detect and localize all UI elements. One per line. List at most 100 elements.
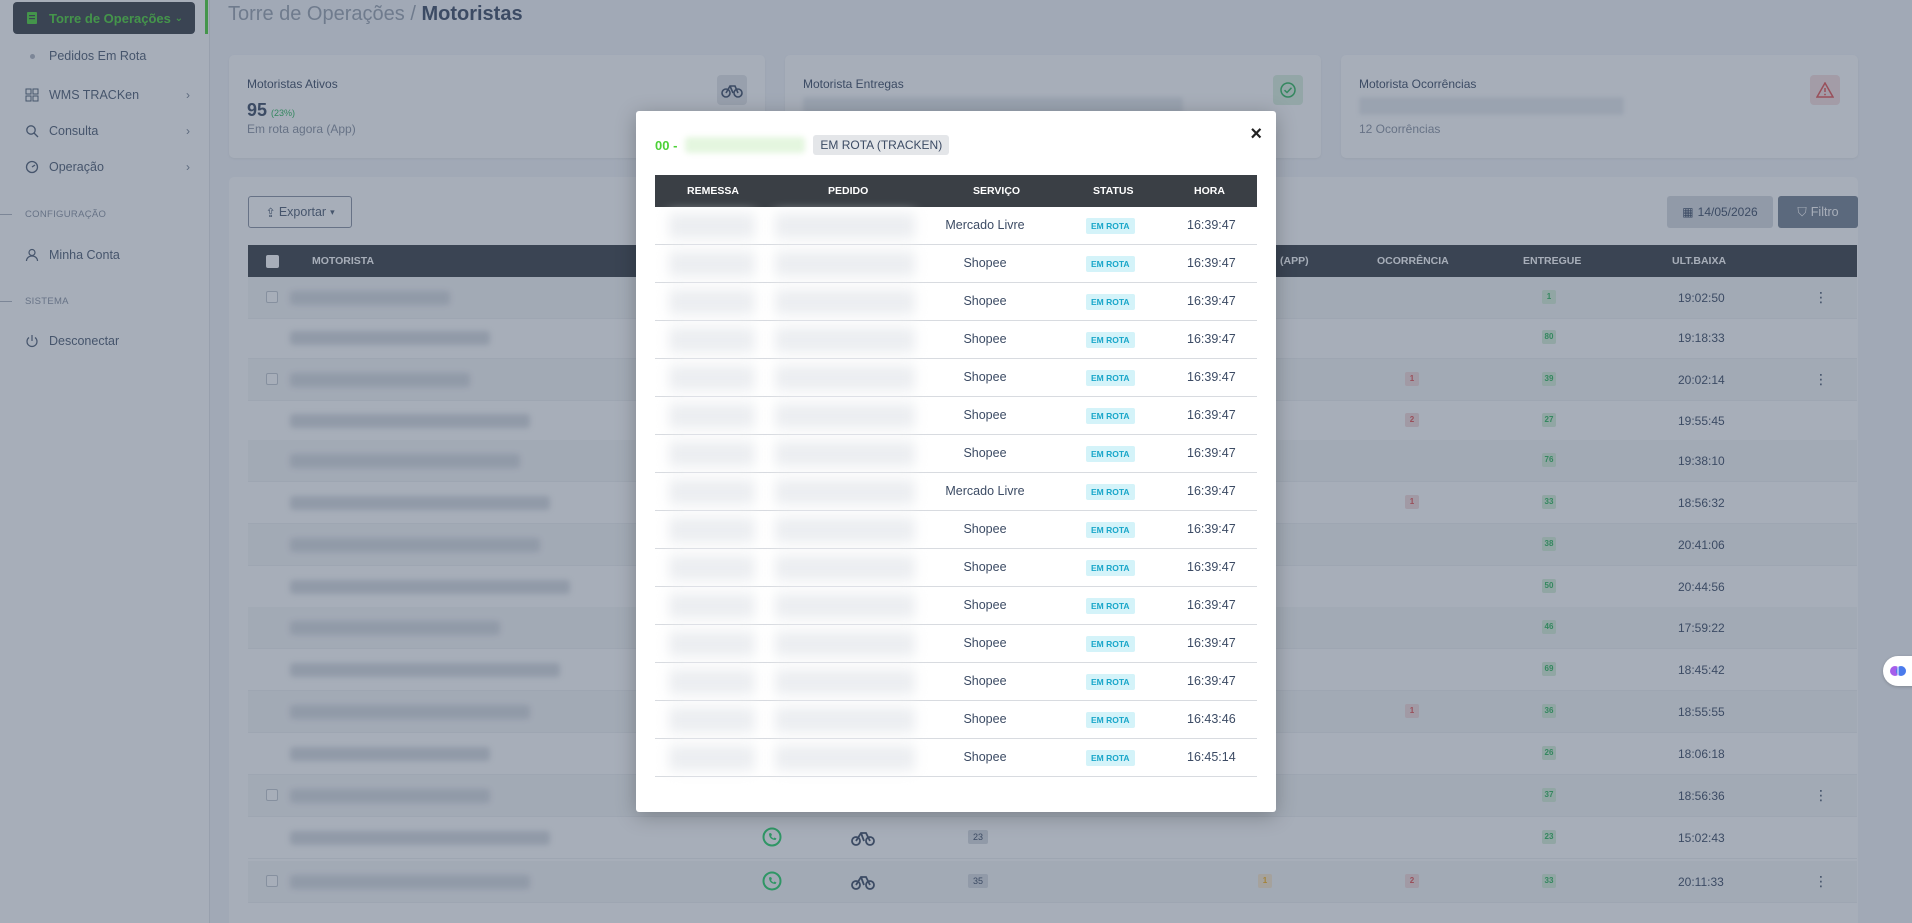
status-badge: EM ROTA (1086, 560, 1135, 576)
redacted-remessa (669, 669, 755, 695)
hora-cell: 16:39:47 (1187, 484, 1236, 498)
pedido-row[interactable]: Shopee EM ROTA 16:39:47 (655, 663, 1257, 701)
hora-cell: 16:45:14 (1187, 750, 1236, 764)
redacted-pedido (775, 479, 915, 505)
redacted-remessa (669, 479, 755, 505)
redacted-pedido (775, 669, 915, 695)
redacted-pedido (775, 403, 915, 429)
hora-cell: 16:39:47 (1187, 636, 1236, 650)
hora-cell: 16:39:47 (1187, 332, 1236, 346)
redacted-remessa (669, 555, 755, 581)
redacted-remessa (669, 517, 755, 543)
status-badge: EM ROTA (1086, 370, 1135, 386)
servico-cell: Shopee (963, 674, 1007, 688)
redacted-remessa (669, 213, 755, 239)
status-badge: EM ROTA (1086, 636, 1135, 652)
redacted-pedido (775, 555, 915, 581)
pedido-row[interactable]: Shopee EM ROTA 16:39:47 (655, 245, 1257, 283)
redacted-pedido (775, 593, 915, 619)
pedido-row[interactable]: Shopee EM ROTA 16:39:47 (655, 511, 1257, 549)
redacted-remessa (669, 707, 755, 733)
pedido-row[interactable]: Mercado Livre EM ROTA 16:39:47 (655, 207, 1257, 245)
status-badge: EM ROTA (1086, 674, 1135, 690)
status-badge: EM ROTA (1086, 750, 1135, 766)
driver-code: 00 - (655, 137, 678, 153)
redacted-driver-name (685, 137, 806, 153)
status-badge: EM ROTA (1086, 218, 1135, 234)
servico-cell: Shopee (963, 256, 1007, 270)
redacted-remessa (669, 289, 755, 315)
redacted-pedido (775, 631, 915, 657)
redacted-pedido (775, 289, 915, 315)
col-remessa[interactable]: REMESSA (687, 185, 739, 197)
status-badge: EM ROTA (TRACKEN) (813, 135, 950, 155)
redacted-pedido (775, 213, 915, 239)
servico-cell: Shopee (963, 712, 1007, 726)
close-icon[interactable]: × (1250, 124, 1262, 144)
pedido-row[interactable]: Shopee EM ROTA 16:39:47 (655, 625, 1257, 663)
col-pedido[interactable]: PEDIDO (828, 185, 868, 197)
pedido-row[interactable]: Shopee EM ROTA 16:39:47 (655, 587, 1257, 625)
redacted-pedido (775, 745, 915, 771)
pedido-row[interactable]: Shopee EM ROTA 16:39:47 (655, 321, 1257, 359)
col-hora[interactable]: HORA (1194, 185, 1225, 197)
pedido-row[interactable]: Mercado Livre EM ROTA 16:39:47 (655, 473, 1257, 511)
hora-cell: 16:39:47 (1187, 294, 1236, 308)
col-status[interactable]: STATUS (1093, 185, 1133, 197)
pedidos-table-body: Mercado Livre EM ROTA 16:39:47 Shopee EM ROT… (655, 207, 1257, 777)
status-badge: EM ROTA (1086, 332, 1135, 348)
hora-cell: 16:39:47 (1187, 522, 1236, 536)
status-badge: EM ROTA (1086, 294, 1135, 310)
servico-cell: Shopee (963, 636, 1007, 650)
status-badge: EM ROTA (1086, 408, 1135, 424)
redacted-remessa (669, 251, 755, 277)
redacted-remessa (669, 441, 755, 467)
pedido-row[interactable]: Shopee EM ROTA 16:39:47 (655, 283, 1257, 321)
hora-cell: 16:39:47 (1187, 598, 1236, 612)
redacted-pedido (775, 327, 915, 353)
hora-cell: 16:39:47 (1187, 674, 1236, 688)
hora-cell: 16:39:47 (1187, 370, 1236, 384)
pedido-row[interactable]: Shopee EM ROTA 16:39:47 (655, 359, 1257, 397)
status-badge: EM ROTA (1086, 256, 1135, 272)
redacted-remessa (669, 365, 755, 391)
redacted-pedido (775, 707, 915, 733)
servico-cell: Shopee (963, 598, 1007, 612)
brain-icon (1890, 666, 1906, 676)
hora-cell: 16:39:47 (1187, 256, 1236, 270)
redacted-pedido (775, 441, 915, 467)
col-servico[interactable]: SERVIÇO (973, 185, 1020, 197)
servico-cell: Shopee (963, 370, 1007, 384)
status-badge: EM ROTA (1086, 598, 1135, 614)
servico-cell: Shopee (963, 522, 1007, 536)
servico-cell: Shopee (963, 294, 1007, 308)
redacted-pedido (775, 251, 915, 277)
pedidos-modal: × 00 - EM ROTA (TRACKEN) REMESSA PEDIDO … (636, 111, 1276, 812)
redacted-remessa (669, 403, 755, 429)
pedidos-table: REMESSA PEDIDO SERVIÇO STATUS HORA Merca… (655, 175, 1257, 777)
modal-title: 00 - EM ROTA (TRACKEN) (655, 135, 950, 155)
redacted-remessa (669, 593, 755, 619)
status-badge: EM ROTA (1086, 522, 1135, 538)
status-badge: EM ROTA (1086, 446, 1135, 462)
pedido-row[interactable]: Shopee EM ROTA 16:45:14 (655, 739, 1257, 777)
pedido-row[interactable]: Shopee EM ROTA 16:39:47 (655, 549, 1257, 587)
status-badge: EM ROTA (1086, 484, 1135, 500)
hora-cell: 16:39:47 (1187, 560, 1236, 574)
redacted-remessa (669, 745, 755, 771)
servico-cell: Shopee (963, 332, 1007, 346)
hora-cell: 16:39:47 (1187, 446, 1236, 460)
pedido-row[interactable]: Shopee EM ROTA 16:39:47 (655, 397, 1257, 435)
servico-cell: Shopee (963, 750, 1007, 764)
servico-cell: Shopee (963, 408, 1007, 422)
redacted-remessa (669, 631, 755, 657)
servico-cell: Shopee (963, 560, 1007, 574)
pedido-row[interactable]: Shopee EM ROTA 16:39:47 (655, 435, 1257, 473)
servico-cell: Mercado Livre (945, 484, 1025, 498)
hora-cell: 16:39:47 (1187, 408, 1236, 422)
hora-cell: 16:43:46 (1187, 712, 1236, 726)
assistant-fab[interactable] (1883, 656, 1912, 686)
pedido-row[interactable]: Shopee EM ROTA 16:43:46 (655, 701, 1257, 739)
servico-cell: Mercado Livre (945, 218, 1025, 232)
redacted-pedido (775, 517, 915, 543)
